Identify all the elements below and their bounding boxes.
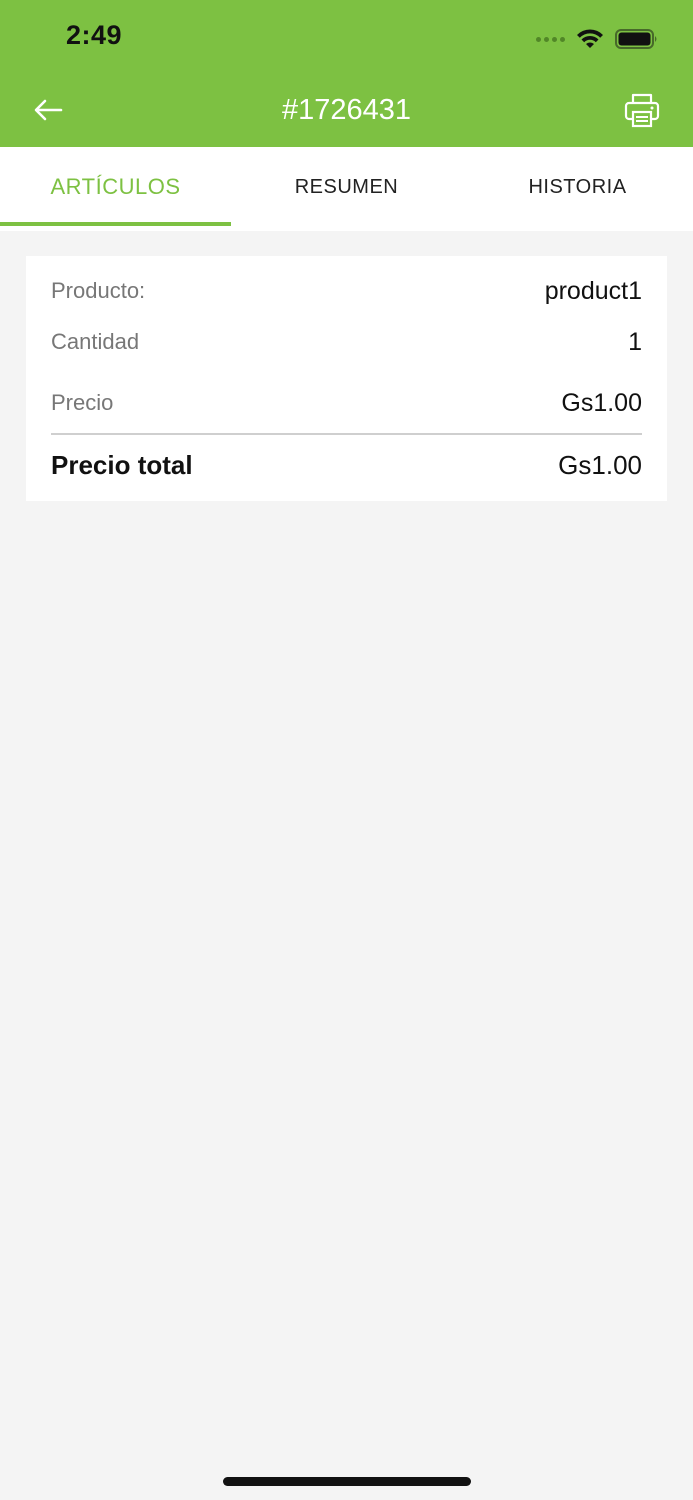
status-icons: [536, 26, 659, 52]
price-row: Precio Gs1.00: [51, 378, 642, 428]
price-value: Gs1.00: [561, 388, 642, 417]
total-value: Gs1.00: [558, 449, 642, 480]
tab-articulos[interactable]: ARTÍCULOS: [0, 147, 231, 231]
item-card: Producto: product1 Cantidad 1 Precio Gs1…: [26, 256, 667, 501]
quantity-value: 1: [628, 327, 642, 356]
quantity-row: Cantidad 1: [51, 317, 642, 367]
page-title: #1726431: [281, 94, 412, 126]
home-indicator: [223, 1477, 471, 1486]
divider: [51, 433, 642, 435]
quantity-label: Cantidad: [51, 329, 140, 354]
product-label: Producto:: [51, 278, 146, 303]
tab-historia[interactable]: HISTORIA: [462, 147, 693, 231]
battery-icon: [615, 29, 657, 49]
print-button[interactable]: [620, 88, 664, 132]
product-row: Producto: product1: [51, 266, 642, 316]
printer-icon: [624, 93, 660, 128]
price-label: Precio: [51, 390, 114, 415]
total-label: Precio total: [51, 449, 193, 480]
app-header: 2:49 #1726431: [0, 0, 693, 147]
tab-resumen[interactable]: RESUMEN: [231, 147, 462, 231]
tab-bar: ARTÍCULOS RESUMEN HISTORIA: [0, 147, 693, 231]
signal-dots-icon: [536, 36, 565, 42]
product-value: product1: [544, 276, 642, 305]
total-row: Precio total Gs1.00: [51, 440, 642, 490]
wifi-icon: [577, 29, 603, 48]
status-time: 2:49: [66, 20, 123, 50]
